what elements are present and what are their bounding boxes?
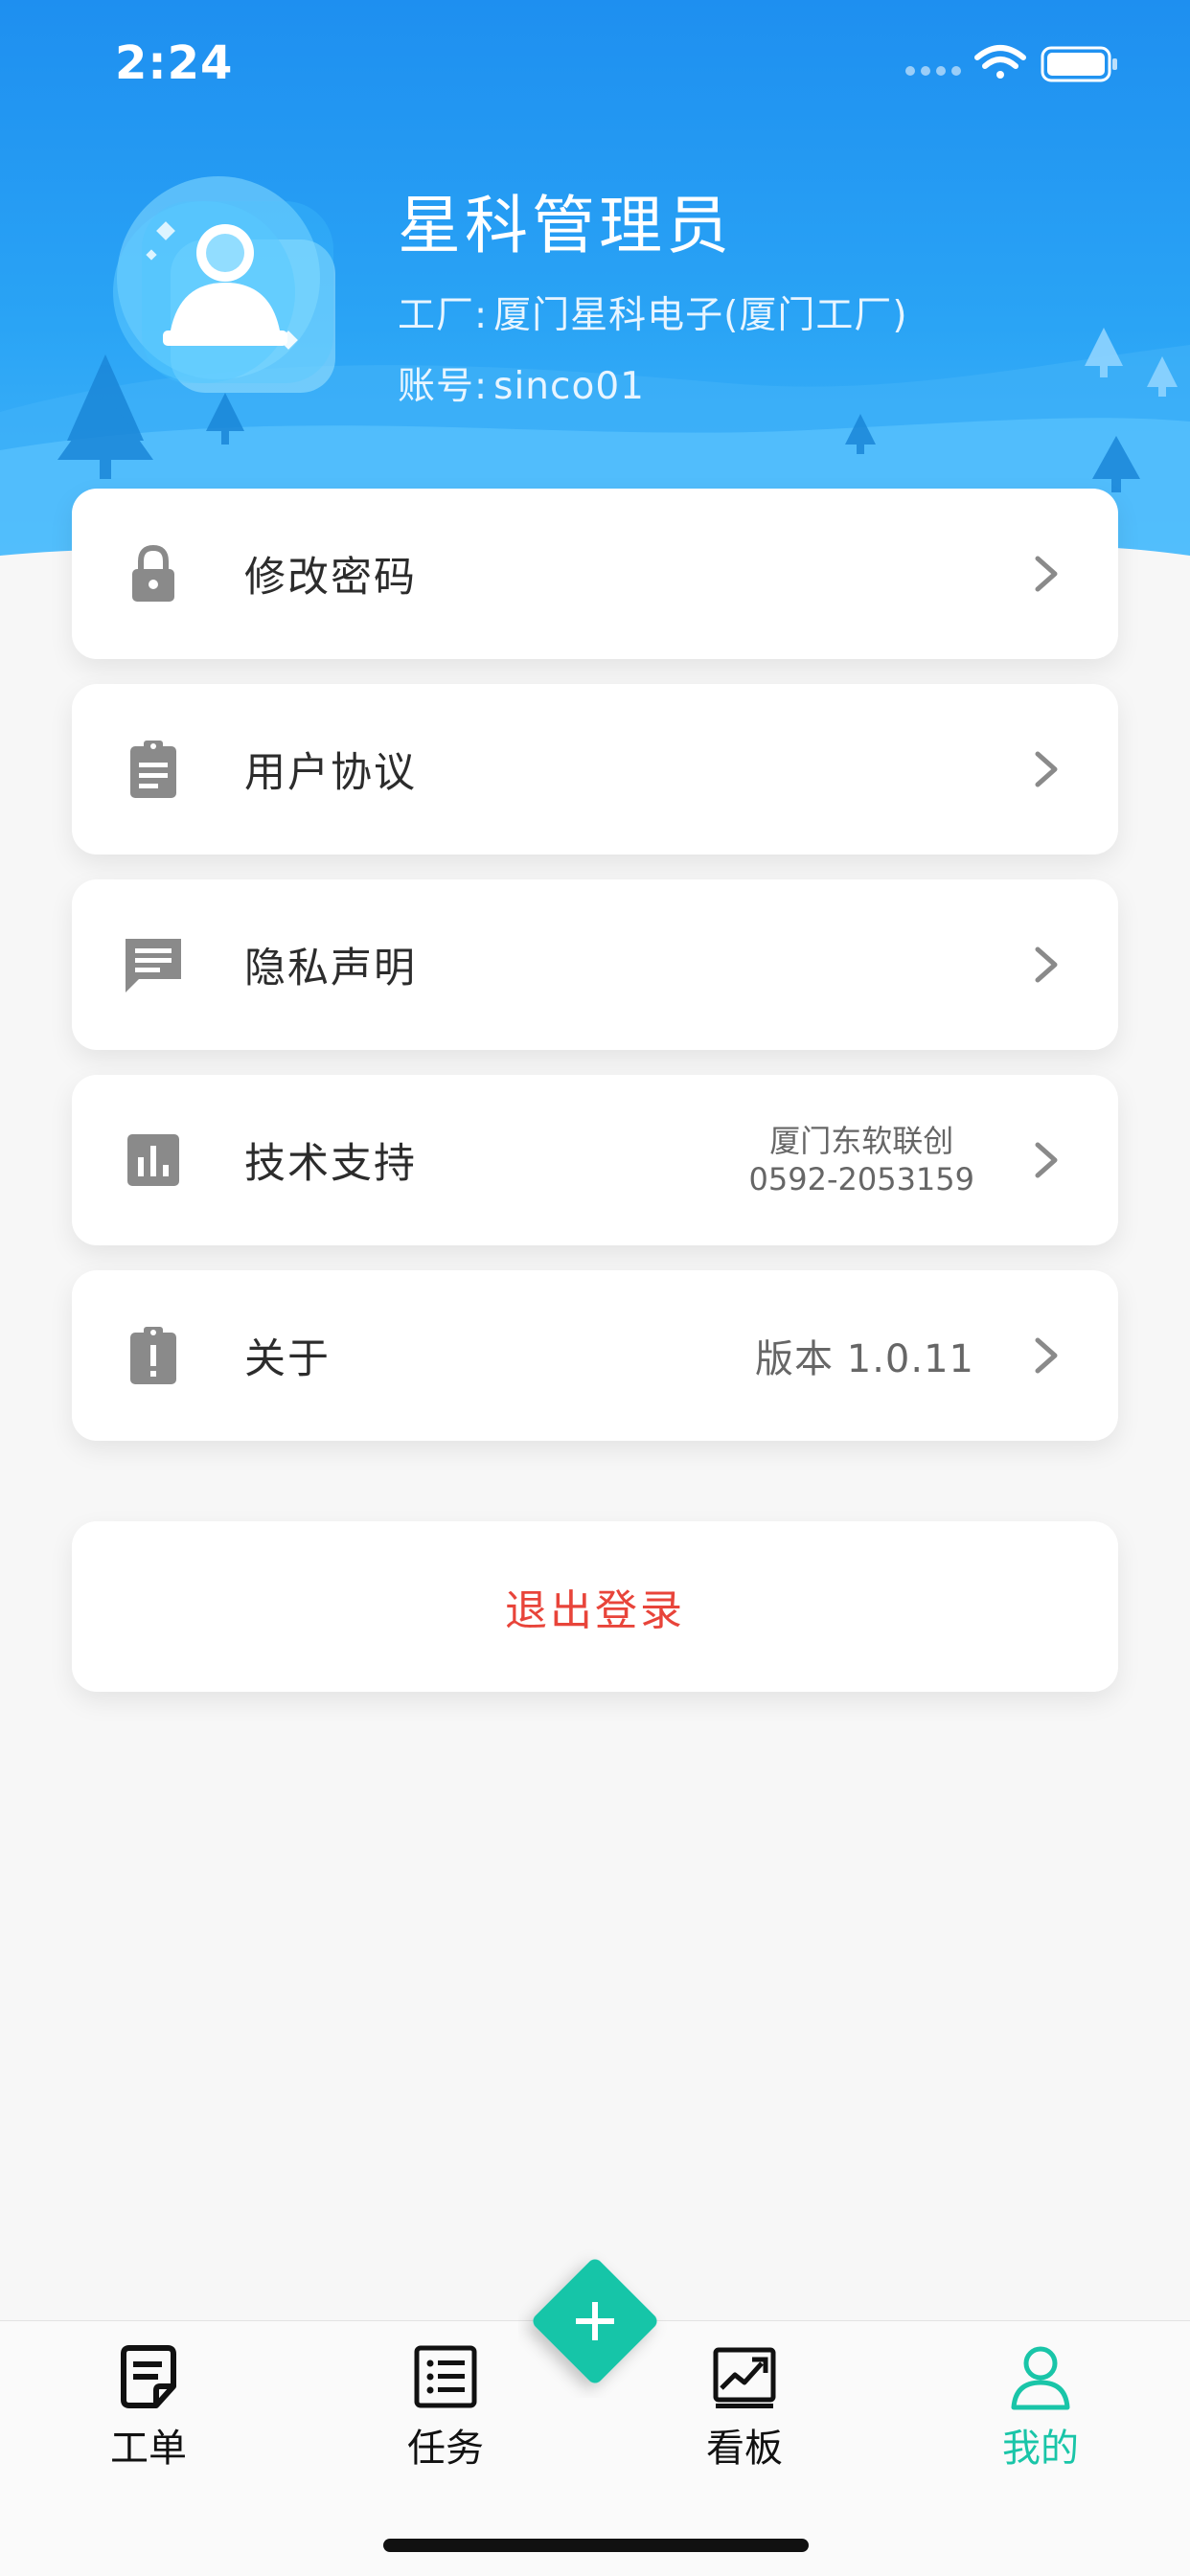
signal-icon	[905, 66, 961, 76]
account-info: 账号: sinco01	[398, 356, 645, 410]
battery-icon	[1041, 46, 1117, 82]
chevron-right-icon	[1035, 946, 1058, 983]
home-indicator	[383, 2539, 809, 2552]
bar-chart-icon	[127, 1134, 179, 1186]
chevron-right-icon	[1035, 556, 1058, 592]
alert-clipboard-icon	[130, 1327, 176, 1384]
menu-label: 技术支持	[244, 1140, 417, 1188]
tab-label: 工单	[110, 2427, 187, 2471]
dashboard-chart-icon	[713, 2347, 776, 2408]
chevron-right-icon	[1035, 1337, 1058, 1374]
tab-work-order[interactable]: 工单	[72, 2342, 225, 2476]
app-version: 版本 1.0.11	[755, 1337, 974, 1381]
menu-item-user-agreement[interactable]: 用户协议	[72, 684, 1118, 855]
add-fab-button[interactable]	[518, 2245, 672, 2398]
menu-item-privacy[interactable]: 隐私声明	[72, 879, 1118, 1050]
factory-value: 厦门星科电子(厦门工厂)	[493, 294, 908, 337]
avatar[interactable]	[113, 172, 343, 402]
status-time: 2:24	[115, 36, 234, 90]
support-company: 厦门东软联创	[769, 1123, 954, 1159]
support-phone: 0592-2053159	[748, 1161, 975, 1197]
clipboard-icon	[130, 741, 176, 798]
tab-label: 看板	[706, 2427, 783, 2471]
tab-tasks[interactable]: 任务	[369, 2342, 522, 2476]
lock-icon	[132, 544, 174, 602]
work-order-icon	[121, 2345, 176, 2408]
tab-mine[interactable]: 我的	[964, 2342, 1117, 2476]
factory-info: 工厂: 厦门星科电子(厦门工厂)	[398, 285, 908, 339]
menu-label: 修改密码	[244, 554, 417, 602]
message-icon	[126, 939, 181, 992]
menu-label: 关于	[244, 1335, 331, 1383]
menu-label: 隐私声明	[244, 945, 417, 992]
task-list-icon	[414, 2345, 477, 2408]
status-icons	[905, 45, 1117, 82]
chevron-right-icon	[1035, 1142, 1058, 1178]
profile-name: 星科管理员	[398, 189, 733, 262]
menu-item-about[interactable]: 关于 版本 1.0.11	[72, 1270, 1118, 1441]
menu-item-change-password[interactable]: 修改密码	[72, 489, 1118, 659]
menu-item-tech-support[interactable]: 技术支持 厦门东软联创 0592-2053159	[72, 1075, 1118, 1245]
support-contact: 厦门东软联创 0592-2053159	[749, 1122, 975, 1198]
account-label: 账号:	[398, 365, 489, 408]
logout-button[interactable]: 退出登录	[72, 1521, 1118, 1692]
menu-label: 用户协议	[244, 749, 417, 797]
factory-label: 工厂:	[398, 294, 489, 337]
wifi-icon	[974, 45, 1026, 79]
tab-label: 任务	[407, 2427, 484, 2471]
tab-dashboard[interactable]: 看板	[668, 2342, 821, 2476]
chevron-right-icon	[1035, 751, 1058, 787]
person-icon	[1011, 2346, 1070, 2410]
tab-label: 我的	[1002, 2427, 1079, 2471]
account-value: sinco01	[493, 365, 645, 408]
